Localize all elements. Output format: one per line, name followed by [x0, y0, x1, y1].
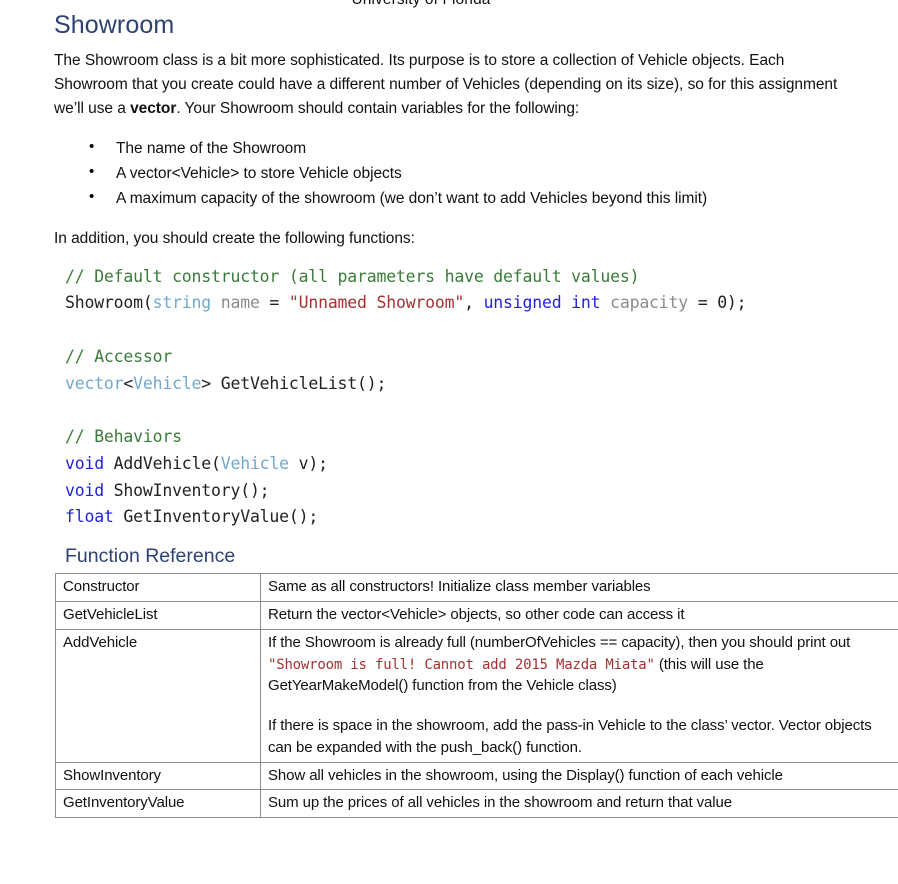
running-header-text: University of Florida [351, 0, 546, 9]
code-angle-close: > [201, 373, 221, 393]
code-param-name: name [211, 293, 260, 313]
table-cell-function-name: Constructor [55, 573, 261, 603]
code-fn-addvehicle: AddVehicle( [103, 453, 221, 473]
intro-paragraph-tail: . Your Showroom should contain variables… [176, 100, 580, 118]
code-operator-equals: = [259, 293, 289, 313]
table-cell-function-name: AddVehicle [55, 628, 261, 763]
code-type-vehicle: Vehicle [133, 373, 202, 393]
table-cell-function-name: ShowInventory [55, 761, 261, 791]
code-keyword-void-2: void [65, 480, 104, 500]
table-cell-function-name: GetInventoryValue [55, 789, 261, 819]
requirements-list: The name of the Showroom A vector<Vehicl… [54, 135, 844, 211]
code-fn-getinventoryvalue: GetInventoryValue(); [113, 507, 319, 527]
code-comment: // Default constructor (all parameters h… [65, 266, 640, 286]
code-comment-accessor: // Accessor [65, 346, 173, 366]
table-cell-description: Sum up the prices of all vehicles in the… [260, 789, 898, 819]
table-row: GetInventoryValue Sum up the prices of a… [55, 789, 898, 819]
code-accessor-signature: GetVehicleList(); [220, 373, 387, 393]
list-item: A vector<Vehicle> to store Vehicle objec… [89, 160, 844, 186]
code-type-vehicle-param: Vehicle [220, 453, 289, 473]
code-fn-addvehicle-tail: v); [288, 453, 328, 473]
code-angle-open: < [123, 373, 134, 393]
table-cell-paragraph-1: If the Showroom is already full (numberO… [268, 632, 893, 697]
code-operator-equals-2: = [688, 293, 718, 313]
functions-intro-paragraph: In addition, you should create the follo… [54, 230, 415, 248]
code-param-capacity: capacity [600, 293, 688, 313]
code-keyword-unsigned-int: unsigned int [483, 293, 601, 313]
table-row: AddVehicle If the Showroom is already fu… [55, 628, 898, 763]
table-cell-paragraph-2: If there is space in the showroom, add t… [268, 717, 872, 756]
code-keyword-float: float [65, 507, 114, 527]
document-page: University of Florida Showroom The Showr… [0, 0, 898, 884]
code-fn-showinventory: ShowInventory(); [103, 480, 270, 500]
code-string-literal-name: "Unnamed Showroom" [288, 293, 465, 313]
code-comma: , [464, 293, 484, 313]
table-row: Constructor Same as all constructors! In… [55, 573, 898, 603]
page-title: Showroom [54, 11, 175, 39]
list-item: The name of the Showroom [89, 135, 844, 161]
code-comment-behaviors: // Behaviors [65, 427, 182, 447]
intro-paragraph: The Showroom class is a bit more sophist… [54, 49, 844, 122]
code-constructor-name: Showroom( [65, 293, 153, 313]
desc-text-part1: If the Showroom is already full (numberO… [268, 633, 851, 651]
section-title-function-reference: Function Reference [65, 544, 236, 567]
function-reference-table: Constructor Same as all constructors! In… [55, 573, 898, 819]
table-cell-description: If the Showroom is already full (numberO… [260, 628, 898, 763]
list-item: A maximum capacity of the showroom (we d… [89, 185, 844, 211]
code-keyword-void-1: void [65, 453, 104, 473]
code-type-vector: vector [65, 373, 124, 393]
table-cell-description: Return the vector<Vehicle> objects, so o… [260, 601, 898, 630]
code-block-constructor: // Default constructor (all parameters h… [54, 264, 844, 531]
table-row: ShowInventory Show all vehicles in the s… [55, 761, 898, 791]
desc-inline-code: "Showroom is full! Cannot add 2015 Mazda… [268, 656, 655, 673]
intro-bold-vector: vector [130, 100, 177, 118]
table-row: GetVehicleList Return the vector<Vehicle… [55, 601, 898, 630]
code-keyword-string: string [152, 293, 212, 313]
code-default-capacity: 0); [717, 293, 747, 313]
running-header: University of Florida [0, 0, 898, 9]
document-content: Showroom The Showroom class is a bit mor… [54, 11, 898, 819]
table-cell-function-name: GetVehicleList [55, 601, 261, 630]
table-cell-description: Same as all constructors! Initialize cla… [260, 573, 898, 603]
table-cell-description: Show all vehicles in the showroom, using… [260, 761, 898, 791]
